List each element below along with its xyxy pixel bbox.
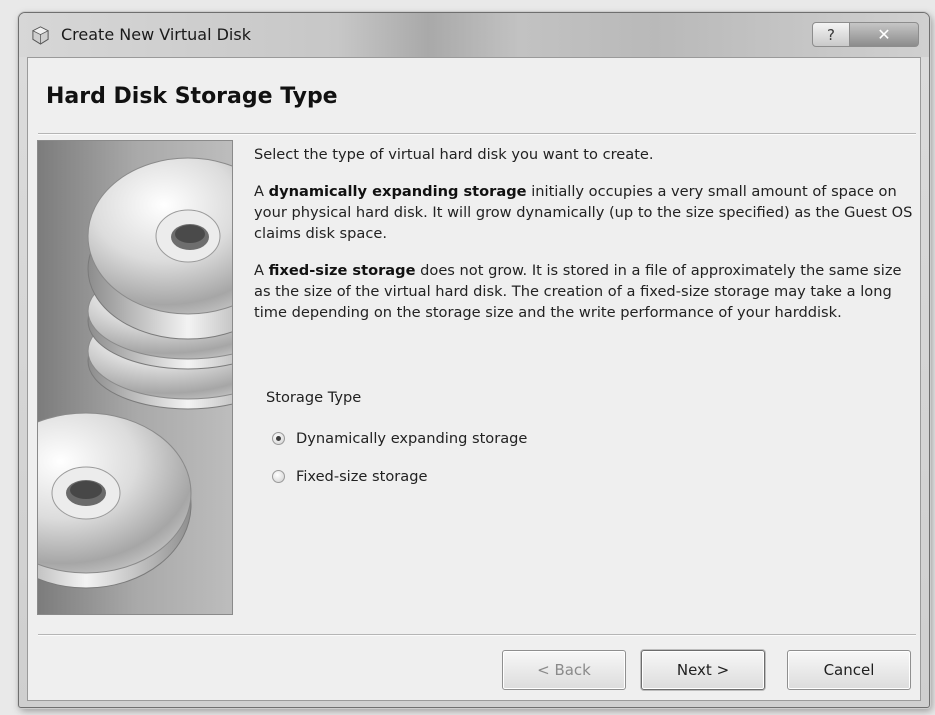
dialog-body: Hard Disk Storage Type Select the type o… [27,57,921,701]
radio-unchecked-icon[interactable] [272,469,285,483]
radio-fixed-label[interactable]: Fixed-size storage [296,468,427,485]
window-title: Create New Virtual Disk [61,25,251,44]
description-text: Select the type of virtual hard disk you… [254,144,914,323]
title-bar[interactable]: Create New Virtual Disk ? ✕ [19,13,929,57]
page-title: Hard Disk Storage Type [46,84,338,109]
radio-dynamic-label[interactable]: Dynamically expanding storage [296,430,527,447]
next-button[interactable]: Next > [641,650,765,690]
virtualbox-cube-icon [32,26,49,45]
cancel-button[interactable]: Cancel [787,650,911,690]
radio-fixed-storage[interactable]: Fixed-size storage [272,465,427,487]
help-button[interactable]: ? [812,22,850,47]
fixed-description: A fixed-size storage does not grow. It i… [254,262,902,321]
dynamic-term: dynamically expanding storage [268,183,527,200]
header-divider [38,133,916,135]
close-icon: ✕ [877,25,891,44]
footer-divider [38,634,916,636]
fixed-term: fixed-size storage [268,262,416,279]
help-icon: ? [827,25,835,44]
stacked-discs-image [37,140,233,615]
storage-type-label: Storage Type [266,389,362,406]
radio-dynamic-storage[interactable]: Dynamically expanding storage [272,427,527,449]
create-virtual-disk-dialog: Create New Virtual Disk ? ✕ Hard Disk St… [18,12,930,708]
close-button[interactable]: ✕ [849,22,919,47]
dynamic-description: A dynamically expanding storage initiall… [254,183,913,242]
intro-text: Select the type of virtual hard disk you… [254,146,654,163]
radio-checked-icon[interactable] [272,431,285,445]
back-button[interactable]: < Back [502,650,626,690]
